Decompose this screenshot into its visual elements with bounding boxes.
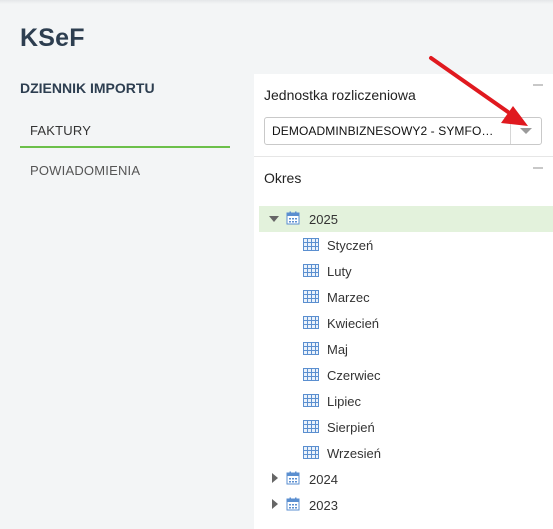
tree-month-item[interactable]: Czerwiec [259, 362, 553, 388]
calendar-icon [286, 211, 300, 225]
tree-month-item[interactable]: Kwiecień [259, 310, 553, 336]
grid-icon [303, 290, 319, 303]
grid-icon [303, 316, 319, 329]
sidebar-item-powiadomienia[interactable]: POWIADOMIENIA [20, 156, 230, 186]
tree-year-2025[interactable]: 2025 [259, 206, 553, 232]
calendar-icon [286, 497, 300, 511]
unit-dropdown-value: DEMOADMINBIZNESOWY2 - SYMFONIA [272, 124, 497, 138]
grid-icon [303, 446, 319, 459]
tree-month-label: Luty [327, 264, 352, 279]
grid-icon [303, 342, 319, 355]
tree-year-label: 2025 [309, 212, 338, 227]
caret-right-icon[interactable] [272, 499, 278, 509]
tree-month-item[interactable]: Lipiec [259, 388, 553, 414]
tree-year-label: 2023 [309, 498, 338, 513]
grid-icon [303, 420, 319, 433]
grid-icon [303, 238, 319, 251]
tree-month-item[interactable]: Sierpień [259, 414, 553, 440]
unit-dropdown[interactable]: DEMOADMINBIZNESOWY2 - SYMFONIA [264, 117, 542, 145]
top-shadow [0, 0, 553, 4]
tree-month-item[interactable]: Maj [259, 336, 553, 362]
grid-icon [303, 394, 319, 407]
tree-month-item[interactable]: Styczeń [259, 232, 553, 258]
dropdown-toggle-button[interactable] [510, 118, 541, 144]
tree-month-label: Czerwiec [327, 368, 381, 383]
tree-month-label: Marzec [327, 290, 370, 305]
divider [254, 156, 553, 157]
calendar-icon [286, 471, 300, 485]
tree-month-label: Wrzesień [327, 446, 381, 461]
sidebar-section-title: DZIENNIK IMPORTU [20, 80, 155, 96]
tree-month-label: Maj [327, 342, 348, 357]
caret-down-icon[interactable] [269, 216, 279, 222]
sidebar-item-label: POWIADOMIENIA [30, 163, 141, 178]
unit-collapse-button[interactable] [533, 84, 543, 86]
tree-year-label: 2024 [309, 472, 338, 487]
period-collapse-button[interactable] [533, 167, 543, 169]
caret-right-icon[interactable] [272, 473, 278, 483]
tree-year-2023[interactable]: 2023 [259, 492, 553, 518]
sidebar-item-faktury[interactable]: FAKTURY [20, 116, 230, 148]
app-title: KSeF [20, 24, 85, 52]
tree-month-label: Styczeń [327, 238, 374, 253]
unit-header: Jednostka rozliczeniowa [264, 87, 416, 103]
tree-month-label: Kwiecień [327, 316, 380, 331]
tree-month-item[interactable]: Luty [259, 258, 553, 284]
tree-month-label: Sierpień [327, 420, 375, 435]
tree-month-item[interactable]: Marzec [259, 284, 553, 310]
tree-year-2024[interactable]: 2024 [259, 466, 553, 492]
chevron-down-icon [520, 128, 532, 134]
filter-panel: Jednostka rozliczeniowa DEMOADMINBIZNESO… [254, 74, 553, 529]
tree-month-label: Lipiec [327, 394, 361, 409]
sidebar-item-label: FAKTURY [30, 123, 92, 138]
period-header: Okres [264, 170, 302, 186]
grid-icon [303, 264, 319, 277]
tree-month-item[interactable]: Wrzesień [259, 440, 553, 466]
grid-icon [303, 368, 319, 381]
